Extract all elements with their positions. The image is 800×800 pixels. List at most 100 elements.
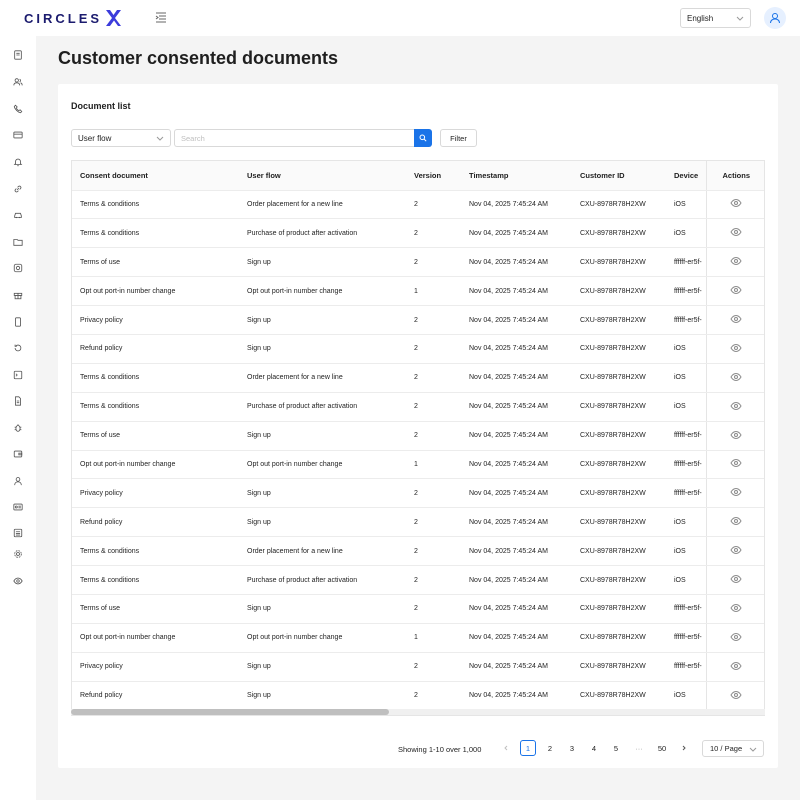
view-eye-icon[interactable]: [730, 457, 742, 471]
eye-icon[interactable]: [12, 575, 24, 587]
table-cell: Opt out port-in number change: [72, 276, 239, 307]
table-cell: CXU-8978R78H2XW: [572, 276, 666, 307]
pagination-ellipsis[interactable]: ···: [631, 740, 647, 756]
view-eye-icon[interactable]: [730, 429, 742, 443]
menu-collapse-icon[interactable]: [155, 10, 169, 24]
table-row[interactable]: Privacy policy Sign up 2 Nov 04, 2025 7:45:…: [72, 652, 764, 682]
page-button-1[interactable]: 1: [520, 740, 536, 756]
table-row[interactable]: Terms of use Sign up 2 Nov 04, 2025 7:45:24…: [72, 594, 764, 624]
column-header: Timestamp: [461, 161, 572, 191]
table-cell: ffffff-er5f-: [666, 652, 706, 682]
person-icon[interactable]: [12, 475, 24, 487]
view-eye-icon[interactable]: [730, 515, 742, 529]
view-eye-icon[interactable]: [730, 631, 742, 645]
page-button-4[interactable]: 4: [586, 740, 602, 756]
page-size-select[interactable]: 10 / Page: [702, 740, 764, 757]
table-cell: Terms of use: [72, 594, 239, 624]
table-row[interactable]: Terms of use Sign up 2 Nov 04, 2025 7:45:24…: [72, 421, 764, 451]
refresh-icon[interactable]: [12, 342, 24, 354]
view-eye-icon[interactable]: [730, 371, 742, 385]
table-row[interactable]: Refund policy Sign up 2 Nov 04, 2025 7:45:2…: [72, 507, 764, 538]
table-row[interactable]: Opt out port-in number change Opt out por…: [72, 623, 764, 653]
folder-icon[interactable]: [12, 236, 24, 248]
wallet-icon[interactable]: [12, 448, 24, 460]
table-cell: 2: [406, 363, 461, 393]
filter-button[interactable]: Filter: [440, 129, 477, 147]
table-cell: 2: [406, 565, 461, 595]
table-row[interactable]: Terms of use Sign up 2 Nov 04, 2025 7:45:24…: [72, 247, 764, 278]
view-eye-icon[interactable]: [730, 689, 742, 703]
view-eye-icon[interactable]: [730, 486, 742, 500]
link-icon[interactable]: [12, 183, 24, 195]
bell-icon[interactable]: [12, 156, 24, 168]
page-button-3[interactable]: 3: [564, 740, 580, 756]
table-row[interactable]: Terms & conditions Order placement for a …: [72, 536, 764, 567]
table-cell: CXU-8978R78H2XW: [572, 536, 666, 567]
scrollbar-thumb[interactable]: [71, 709, 389, 715]
chevron-left-icon: [504, 745, 508, 751]
document-icon[interactable]: [12, 395, 24, 407]
view-eye-icon[interactable]: [730, 284, 742, 298]
bug-icon[interactable]: [12, 422, 24, 434]
view-eye-icon[interactable]: [730, 313, 742, 327]
actions-cell: [705, 190, 764, 220]
table-cell: Sign up: [239, 507, 406, 538]
table-row[interactable]: Terms & conditions Purchase of product af…: [72, 218, 764, 249]
view-eye-icon[interactable]: [730, 660, 742, 674]
list-icon[interactable]: [12, 527, 24, 539]
brand-logo[interactable]: CIRCLES: [24, 9, 122, 27]
view-eye-icon[interactable]: [730, 602, 742, 616]
card-icon[interactable]: [12, 129, 24, 141]
report-icon[interactable]: [12, 49, 24, 61]
user-flow-select[interactable]: User flow: [71, 129, 171, 147]
view-eye-icon[interactable]: [730, 255, 742, 269]
table-cell: Nov 04, 2025 7:45:24 AM: [461, 652, 572, 682]
next-page-button[interactable]: [676, 740, 692, 756]
view-eye-icon[interactable]: [730, 544, 742, 558]
table-row[interactable]: Privacy policy Sign up 2 Nov 04, 2025 7:45:…: [72, 305, 764, 335]
page-button-5[interactable]: 5: [608, 740, 624, 756]
table-row[interactable]: Privacy policy Sign up 2 Nov 04, 2025 7:45:…: [72, 478, 764, 509]
table-row[interactable]: Terms & conditions Purchase of product af…: [72, 565, 764, 595]
terminal-icon[interactable]: [12, 369, 24, 381]
view-eye-icon[interactable]: [730, 400, 742, 414]
id-card-icon[interactable]: [12, 501, 24, 513]
actions-cell: [705, 507, 764, 538]
page-button-2[interactable]: 2: [542, 740, 558, 756]
table-cell: Terms & conditions: [72, 565, 239, 595]
view-eye-icon[interactable]: [730, 226, 742, 240]
user-avatar[interactable]: [764, 7, 786, 29]
language-select[interactable]: English: [680, 8, 751, 28]
horizontal-scrollbar[interactable]: [71, 709, 765, 715]
table-cell: 2: [406, 305, 461, 335]
table-cell: Nov 04, 2025 7:45:24 AM: [461, 190, 572, 220]
view-eye-icon[interactable]: [730, 573, 742, 587]
table-cell: Privacy policy: [72, 652, 239, 682]
table-cell: 2: [406, 681, 461, 711]
prev-page-button[interactable]: [498, 740, 514, 756]
table-row[interactable]: Opt out port-in number change Opt out por…: [72, 276, 764, 307]
gift-icon[interactable]: [12, 289, 24, 301]
page-button-50[interactable]: 50: [654, 740, 670, 756]
table-row[interactable]: Refund policy Sign up 2 Nov 04, 2025 7:45:2…: [72, 681, 764, 711]
actions-cell: [705, 681, 764, 711]
camera-icon[interactable]: [12, 262, 24, 274]
phone-icon[interactable]: [12, 103, 24, 115]
table-cell: Nov 04, 2025 7:45:24 AM: [461, 450, 572, 480]
mobile-icon[interactable]: [12, 316, 24, 328]
search-input[interactable]: [174, 129, 414, 147]
view-eye-icon[interactable]: [730, 342, 742, 356]
car-icon[interactable]: [12, 209, 24, 221]
table-row[interactable]: Terms & conditions Order placement for a …: [72, 190, 764, 220]
table-row[interactable]: Refund policy Sign up 2 Nov 04, 2025 7:45:2…: [72, 334, 764, 364]
settings-icon[interactable]: [12, 548, 24, 560]
table-cell: Terms & conditions: [72, 536, 239, 567]
table-row[interactable]: Terms & conditions Order placement for a …: [72, 363, 764, 393]
table-row[interactable]: Terms & conditions Purchase of product af…: [72, 392, 764, 422]
search-button[interactable]: [414, 129, 432, 147]
top-bar: CIRCLES English: [0, 0, 800, 36]
table-row[interactable]: Opt out port-in number change Opt out por…: [72, 450, 764, 480]
view-eye-icon[interactable]: [730, 197, 742, 211]
users-icon[interactable]: [12, 76, 24, 88]
chevron-down-icon: [156, 136, 164, 141]
